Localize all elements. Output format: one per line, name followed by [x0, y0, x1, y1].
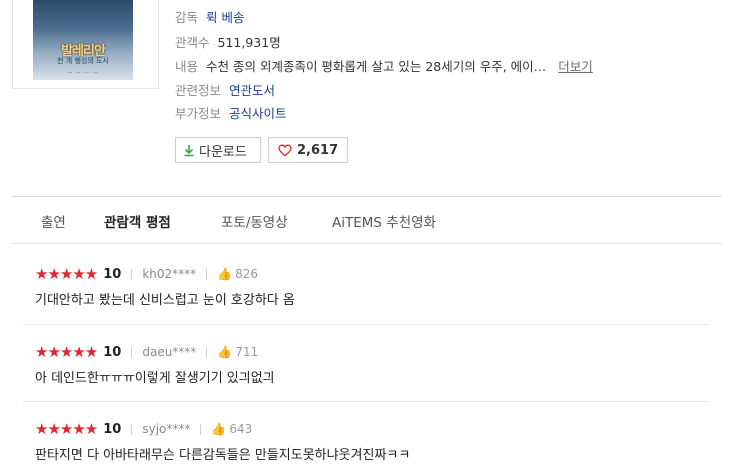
reviewer-id: syjo**** — [142, 422, 191, 436]
divider — [131, 268, 133, 280]
tab-audience-rating[interactable]: 관람객 평점 — [104, 211, 171, 231]
movie-poster[interactable]: 발레리안 천 개 행성의 도시 — — — — — [12, 0, 159, 89]
reviewer-id: kh02**** — [142, 267, 197, 281]
poster-credits: — — — — — [67, 70, 99, 76]
heart-icon — [278, 144, 292, 156]
divider — [206, 268, 208, 280]
director-label: 감독 — [175, 10, 199, 25]
like-button[interactable]: 2,617 — [268, 137, 348, 163]
star-rating: ★★★★★ — [35, 420, 98, 438]
thumbs-up-icon[interactable]: 👍 — [217, 267, 232, 281]
extra-label: 부가정보 — [175, 106, 222, 121]
review-header: ★★★★★ 10 syjo**** 👍 643 — [35, 420, 252, 438]
audience-label: 관객수 — [175, 35, 210, 50]
content-label: 내용 — [175, 59, 199, 74]
tab-cast[interactable]: 출연 — [41, 211, 66, 231]
download-label: 다운로드 — [199, 144, 247, 160]
review-text: 판타지면 다 아바타래무슨 다른감독들은 만들지도못하냐웃겨진짜ㅋㅋ — [35, 448, 411, 463]
reviewer-id: daeu**** — [142, 345, 197, 359]
download-button[interactable]: 다운로드 — [175, 137, 261, 163]
review-text: 아 데인드한ㅠㅠㅠ이렇게 잘생기기 있긔없긔 — [35, 371, 275, 386]
official-site-link[interactable]: 공식사이트 — [229, 106, 287, 121]
like-count: 711 — [235, 345, 259, 359]
review-header: ★★★★★ 10 daeu**** 👍 711 — [35, 343, 258, 361]
star-rating: ★★★★★ — [35, 343, 98, 361]
like-count: 643 — [229, 422, 253, 436]
tab-bar: 출연 관람객 평점 포토/동영상 AiTEMS 추천영화 — [12, 196, 722, 244]
star-rating: ★★★★★ — [35, 265, 98, 283]
related-label: 관련정보 — [175, 83, 222, 98]
audience-row: 관객수 511,931명 — [175, 33, 281, 53]
download-icon — [184, 144, 194, 156]
tab-aitems-recommendations[interactable]: AiTEMS 추천영화 — [332, 211, 436, 231]
divider — [200, 423, 202, 435]
review-header: ★★★★★ 10 kh02**** 👍 826 — [35, 265, 258, 283]
thumbs-up-icon[interactable]: 👍 — [211, 422, 226, 436]
content-row: 내용 수천 종의 외계종족이 평화롭게 살고 있는 28세기의 우주, 에이… 더보… — [175, 57, 593, 77]
review-divider — [23, 324, 709, 325]
more-link[interactable]: 더보기 — [558, 59, 593, 74]
audience-count: 511,931명 — [217, 35, 281, 50]
director-link[interactable]: 뤽 베송 — [206, 10, 244, 25]
extra-row: 부가정보 공식사이트 — [175, 104, 287, 124]
related-books-link[interactable]: 연관도서 — [229, 83, 275, 98]
review-score: 10 — [103, 344, 122, 360]
content-summary: 수천 종의 외계종족이 평화롭게 살고 있는 28세기의 우주, 에이… — [206, 59, 547, 74]
like-count: 826 — [235, 267, 259, 281]
review-score: 10 — [103, 266, 122, 282]
review-text: 기대안하고 봤는데 신비스럽고 눈이 호강하다 옴 — [35, 293, 295, 308]
like-count: 2,617 — [297, 142, 339, 158]
poster-image: 발레리안 천 개 행성의 도시 — — — — — [33, 0, 133, 80]
divider — [131, 423, 133, 435]
tab-photo-video[interactable]: 포토/동영상 — [221, 211, 288, 231]
thumbs-up-icon[interactable]: 👍 — [217, 345, 232, 359]
divider — [206, 346, 208, 358]
review-divider — [23, 401, 709, 402]
director-row: 감독 뤽 베송 — [175, 8, 245, 28]
related-row: 관련정보 연관도서 — [175, 81, 275, 101]
divider — [131, 346, 133, 358]
review-score: 10 — [103, 421, 122, 437]
poster-subtitle: 천 개 행성의 도시 — [57, 57, 109, 65]
